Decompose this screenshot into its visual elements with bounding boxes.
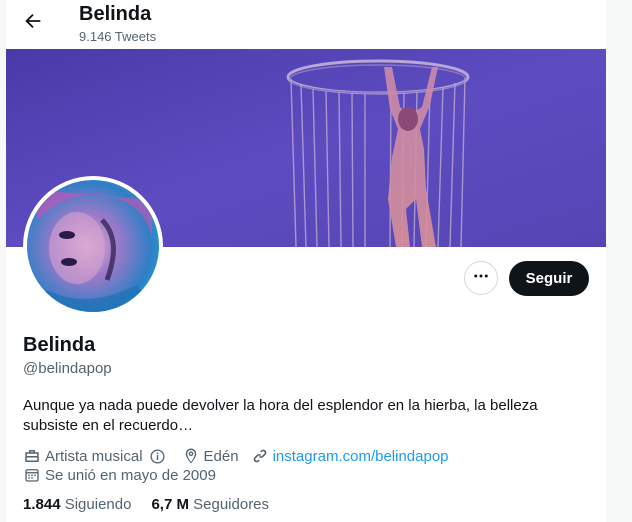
joined-text: Se unió en mayo de 2009 <box>45 466 216 484</box>
more-dots-icon <box>472 267 490 290</box>
profile-name: Belinda <box>23 334 96 356</box>
following-count: 1.844 <box>23 496 61 513</box>
following-label: Siguiendo <box>64 496 132 513</box>
follow-button[interactable]: Seguir <box>509 261 589 296</box>
tweet-count: 9.146 Tweets <box>79 29 157 44</box>
category-text: Artista musical <box>45 447 143 465</box>
joined-item: Se unió en mayo de 2009 <box>23 466 216 484</box>
website-item: instagram.com/belindapop <box>251 447 449 465</box>
profile-page: Belinda 9.146 Tweets Seguir Belinda @bel… <box>6 0 606 522</box>
followers-label: Seguidores <box>193 496 270 513</box>
briefcase-icon <box>25 450 39 462</box>
website-link[interactable]: instagram.com/belindapop <box>273 448 449 465</box>
followers-count: 6,7 M <box>151 496 189 513</box>
top-bar: Belinda 9.146 Tweets <box>6 0 606 48</box>
more-options-button[interactable] <box>464 261 498 295</box>
info-icon[interactable] <box>149 448 170 465</box>
avatar[interactable] <box>23 176 163 316</box>
calendar-icon <box>25 469 39 482</box>
follow-stats: 1.844 Siguiendo 6,7 M Seguidores <box>23 496 289 513</box>
location-item: Edén <box>182 447 239 465</box>
profile-bio: Aunque ya nada puede devolver la hora de… <box>23 397 538 434</box>
profile-meta-row: Artista musical Edén instagram.com/belin… <box>23 446 461 466</box>
following-stat[interactable]: 1.844 Siguiendo <box>23 496 131 513</box>
location-pin-icon <box>185 448 196 464</box>
arrow-left-icon[interactable] <box>22 10 44 32</box>
link-icon <box>253 449 266 463</box>
category-item: Artista musical <box>23 447 170 465</box>
profile-handle: @belindapop <box>23 360 112 377</box>
followers-stat[interactable]: 6,7 M Seguidores <box>151 496 269 513</box>
joined-row: Se unió en mayo de 2009 <box>23 465 228 485</box>
location-text: Edén <box>203 447 239 465</box>
page-title: Belinda <box>79 3 152 25</box>
